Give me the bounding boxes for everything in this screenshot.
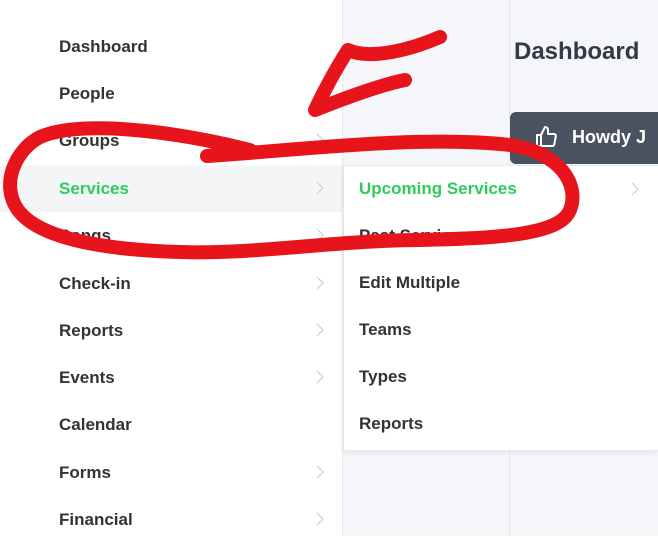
sidebar-item-label: Groups [59, 130, 120, 150]
sidebar-item-forms[interactable]: Forms [0, 449, 342, 496]
chevron-right-icon [313, 323, 327, 337]
submenu-item-label: Types [359, 367, 407, 386]
submenu-item-label: Reports [359, 414, 424, 433]
sidebar-item-label: Events [59, 367, 115, 387]
sidebar-item-check-in[interactable]: Check-in [0, 260, 342, 307]
sidebar-item-services[interactable]: Services [0, 165, 342, 212]
sidebar-item-label: Songs [59, 225, 111, 245]
page-title: Dashboard [514, 38, 640, 65]
sidebar-item-label: Forms [59, 462, 111, 482]
sidebar-item-label: People [59, 83, 115, 103]
submenu-item-past-services[interactable]: Past Services [344, 213, 658, 260]
sidebar-item-songs[interactable]: Songs [0, 212, 342, 259]
chevron-right-icon [313, 276, 327, 290]
chevron-right-icon [313, 228, 327, 242]
chevron-right-icon [313, 465, 327, 479]
submenu-item-types[interactable]: Types [344, 354, 658, 401]
sidebar-item-people[interactable]: People [0, 70, 342, 117]
sidebar-item-label: Calendar [59, 414, 132, 434]
chevron-right-icon [313, 370, 327, 384]
sidebar-item-calendar[interactable]: Calendar [0, 401, 342, 448]
chevron-right-icon [628, 182, 642, 196]
submenu-item-upcoming-services[interactable]: Upcoming Services [344, 166, 658, 213]
chevron-right-icon [313, 181, 327, 195]
sidebar-item-groups[interactable]: Groups [0, 117, 342, 164]
submenu-item-edit-multiple[interactable]: Edit Multiple [344, 260, 658, 307]
submenu-item-label: Teams [359, 320, 412, 339]
sidebar-item-label: Dashboard [59, 36, 148, 56]
services-submenu: Upcoming Services Past Services Edit Multi… [343, 165, 658, 451]
submenu-item-label: Past Services [359, 226, 470, 245]
sidebar-item-label: Reports [59, 320, 124, 340]
chevron-right-icon [313, 512, 327, 526]
sidebar-item-reports[interactable]: Reports [0, 307, 342, 354]
sidebar-item-label: Services [59, 178, 129, 198]
chevron-right-icon [313, 133, 327, 147]
howdy-banner[interactable]: Howdy J [510, 112, 658, 164]
submenu-item-teams[interactable]: Teams [344, 307, 658, 354]
submenu-item-label: Upcoming Services [359, 179, 517, 198]
sidebar-item-label: Financial [59, 509, 133, 529]
thumbs-up-icon [536, 126, 557, 147]
submenu-item-reports[interactable]: Reports [344, 401, 658, 448]
howdy-text: Howdy J [572, 127, 647, 147]
sidebar-item-events[interactable]: Events [0, 354, 342, 401]
sidebar: Dashboard People Groups Services Songs Check-… [0, 0, 343, 536]
sidebar-item-dashboard[interactable]: Dashboard [0, 23, 342, 70]
submenu-item-label: Edit Multiple [359, 273, 461, 292]
sidebar-item-label: Check-in [59, 273, 131, 293]
